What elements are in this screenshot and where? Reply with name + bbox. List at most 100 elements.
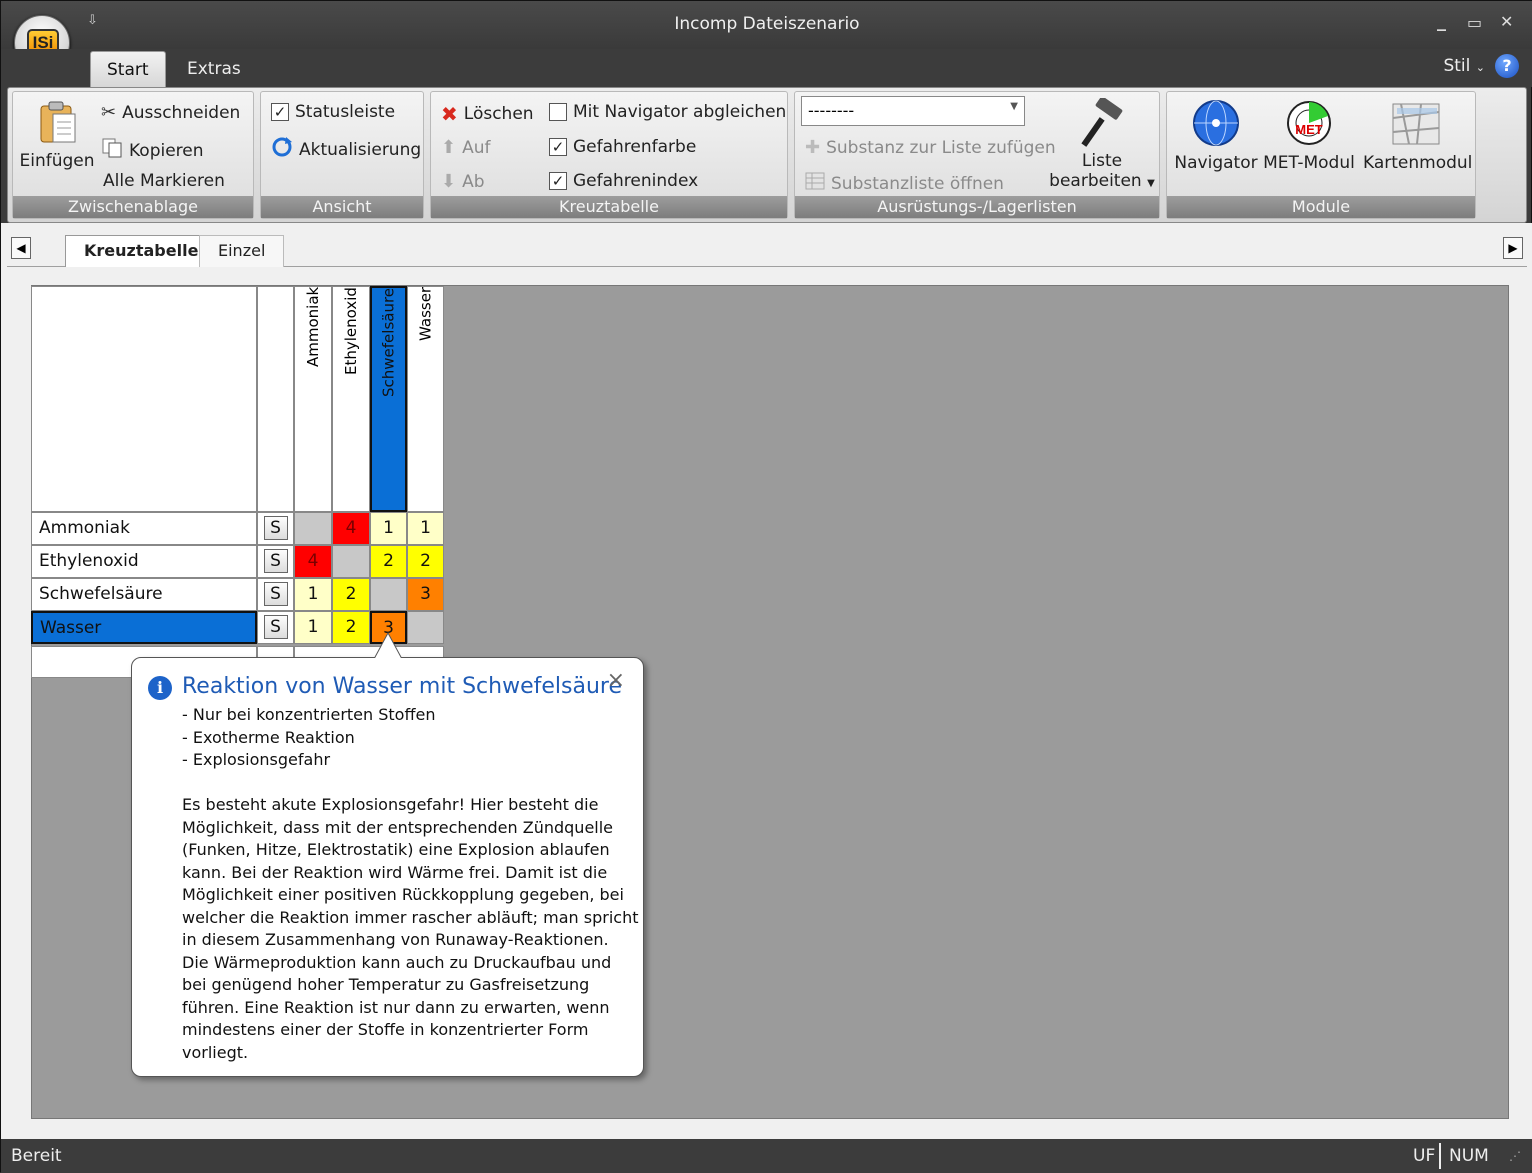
ribbon-tab-start[interactable]: Start xyxy=(90,51,166,87)
tooltip-text-line: Die Wärmeproduktion kann auch zu Druckau… xyxy=(182,952,612,972)
group-caption-kreuztabelle: Kreuztabelle xyxy=(431,196,787,218)
tab-einzel[interactable]: Einzel xyxy=(199,235,285,267)
hazard-color-label: Gefahrenfarbe xyxy=(573,137,697,157)
tab-scroll-right-icon[interactable]: ▶ xyxy=(1503,237,1523,259)
delete-button[interactable]: ✖ Löschen xyxy=(441,102,534,126)
hazard-cell[interactable]: 4 xyxy=(332,512,370,545)
map-module-button[interactable]: Kartenmodul xyxy=(1363,98,1473,173)
move-down-button[interactable]: ⬇ Ab xyxy=(441,171,485,192)
hazard-color-checkbox[interactable]: ✓ Gefahrenfarbe xyxy=(549,137,696,157)
tooltip-spacer xyxy=(182,772,637,795)
resize-grip-icon[interactable]: ⋰ xyxy=(1509,1149,1521,1163)
tab-scroll-left-icon[interactable]: ◀ xyxy=(11,237,31,259)
hammer-icon xyxy=(1081,96,1123,147)
hazard-cell[interactable] xyxy=(294,512,332,545)
row-header[interactable]: Ethylenoxid xyxy=(31,545,257,578)
edit-list-label-2-text: bearbeiten xyxy=(1049,171,1142,191)
help-icon[interactable]: ? xyxy=(1495,54,1519,78)
hazard-index-checkbox[interactable]: ✓ Gefahrenindex xyxy=(549,171,698,191)
tooltip-text-line: Möglichkeit einer positiven Rückkopplung… xyxy=(182,885,624,904)
statusbar-checkbox[interactable]: ✓ Statusleiste xyxy=(271,102,395,122)
s-button-label: S xyxy=(263,549,288,573)
open-list-button[interactable]: Substanzliste öffnen xyxy=(805,171,1004,196)
delete-label: Löschen xyxy=(463,104,534,124)
met-module-button[interactable]: MET MET-Modul xyxy=(1259,98,1359,173)
copy-label: Kopieren xyxy=(129,140,204,161)
tooltip-close-icon[interactable]: × xyxy=(607,668,625,693)
scissors-icon: ✂ xyxy=(101,102,117,123)
hazard-cell[interactable]: 1 xyxy=(370,512,407,545)
hazard-cell[interactable]: 1 xyxy=(294,611,332,644)
group-module: Navigator MET MET-Modul Kartenmodul Modu… xyxy=(1166,91,1476,219)
hazard-cell[interactable] xyxy=(332,545,370,578)
cut-label: Ausschneiden xyxy=(122,102,241,123)
hazard-cell[interactable] xyxy=(407,611,444,644)
title-bar[interactable]: Incomp Dateiszenario ⇩ _ ▭ ✕ xyxy=(1,1,1532,49)
group-ansicht: ✓ Statusleiste Aktualisierung Ansicht xyxy=(260,91,424,219)
statusbar-label: Statusleiste xyxy=(295,102,396,122)
checkbox-checked-icon: ✓ xyxy=(549,172,567,190)
group-zwischenablage: Einfügen ✂ Ausschneiden Kopieren Alle Mar… xyxy=(12,91,254,219)
ribbon-tab-strip: Start Extras xyxy=(1,49,1532,87)
tab-kreuztabelle[interactable]: Kreuztabelle xyxy=(65,235,218,267)
column-header[interactable]: Schwefelsäure xyxy=(370,286,407,512)
column-header-label: Wasser xyxy=(416,287,435,342)
document-tab-strip: ◀ Kreuztabelle Einzel ▶ xyxy=(7,233,1527,267)
move-up-button[interactable]: ⬆ Auf xyxy=(441,137,490,158)
tooltip-bullet: - Nur bei konzentrierten Stoffen xyxy=(182,705,436,724)
maximize-button[interactable]: ▭ xyxy=(1467,13,1482,32)
hazard-cell[interactable]: 2 xyxy=(332,611,370,644)
minimize-button[interactable]: _ xyxy=(1437,11,1446,32)
row-header[interactable]: Wasser xyxy=(31,611,257,644)
row-s-button[interactable]: S xyxy=(257,512,294,545)
hazard-cell[interactable]: 4 xyxy=(294,545,332,578)
tooltip-text-line: vorliegt. xyxy=(182,1042,249,1062)
row-s-button[interactable]: S xyxy=(257,545,294,578)
add-substance-label: Substanz zur Liste zufügen xyxy=(826,137,1056,158)
column-header[interactable]: Ammoniak xyxy=(294,286,332,512)
refresh-button[interactable]: Aktualisierung xyxy=(271,136,421,163)
cut-button[interactable]: ✂ Ausschneiden xyxy=(101,102,240,123)
column-header-label: Schwefelsäure xyxy=(379,288,398,398)
group-kreuztabelle: ✖ Löschen ⬆ Auf ⬇ Ab Mit Navigator abgleich… xyxy=(430,91,788,219)
style-menu[interactable]: Stil ⌄ xyxy=(1443,56,1485,76)
delete-x-icon: ✖ xyxy=(441,102,458,126)
column-header[interactable]: Ethylenoxid xyxy=(332,286,370,512)
list-combo[interactable]: -------- ▼ xyxy=(801,96,1025,126)
close-button[interactable]: ✕ xyxy=(1500,12,1513,31)
hazard-cell[interactable]: 2 xyxy=(332,578,370,611)
ribbon-tab-extras[interactable]: Extras xyxy=(171,51,257,87)
hazard-cell[interactable]: 1 xyxy=(407,512,444,545)
row-s-button[interactable]: S xyxy=(257,578,294,611)
checkbox-checked-icon: ✓ xyxy=(271,103,289,121)
select-all-button[interactable]: Alle Markieren xyxy=(103,171,225,191)
status-text: Bereit xyxy=(11,1146,62,1166)
column-header[interactable]: Wasser xyxy=(407,286,444,512)
add-substance-button[interactable]: ✚ Substanz zur Liste zufügen xyxy=(805,137,1056,158)
edit-list-button[interactable]: Liste bearbeiten ▼ xyxy=(1047,96,1157,191)
map-module-label: Kartenmodul xyxy=(1363,153,1473,173)
hazard-cell[interactable]: 2 xyxy=(407,545,444,578)
group-listen: -------- ▼ ✚ Substanz zur Liste zufügen Su… xyxy=(794,91,1160,219)
hazard-cell[interactable]: 2 xyxy=(370,545,407,578)
navigator-button[interactable]: Navigator xyxy=(1171,98,1261,173)
hazard-index-label: Gefahrenindex xyxy=(573,171,699,191)
add-icon: ✚ xyxy=(805,137,821,158)
row-header[interactable]: Ammoniak xyxy=(31,512,257,545)
row-header[interactable]: Schwefelsäure xyxy=(31,578,257,611)
reaction-tooltip: i Reaktion von Wasser mit Schwefelsäure … xyxy=(131,632,644,1077)
sync-navigator-label: Mit Navigator abgleichen xyxy=(573,102,787,122)
hazard-cell[interactable]: 1 xyxy=(294,578,332,611)
hazard-cell[interactable]: 3 xyxy=(407,578,444,611)
ribbon: Einfügen ✂ Ausschneiden Kopieren Alle Mar… xyxy=(7,87,1527,223)
paste-button[interactable]: Einfügen xyxy=(17,98,97,171)
group-caption-module: Module xyxy=(1167,196,1475,218)
refresh-label: Aktualisierung xyxy=(299,139,422,160)
hazard-cell[interactable] xyxy=(370,578,407,611)
sync-navigator-checkbox[interactable]: Mit Navigator abgleichen xyxy=(549,102,786,122)
copy-button[interactable]: Kopieren xyxy=(101,137,204,164)
tooltip-body: - Nur bei konzentrierten Stoffen - Exothe… xyxy=(182,704,638,1064)
navigator-label: Navigator xyxy=(1174,153,1258,173)
row-s-button[interactable]: S xyxy=(257,611,294,644)
quick-access-dropdown-icon[interactable]: ⇩ xyxy=(87,13,98,28)
